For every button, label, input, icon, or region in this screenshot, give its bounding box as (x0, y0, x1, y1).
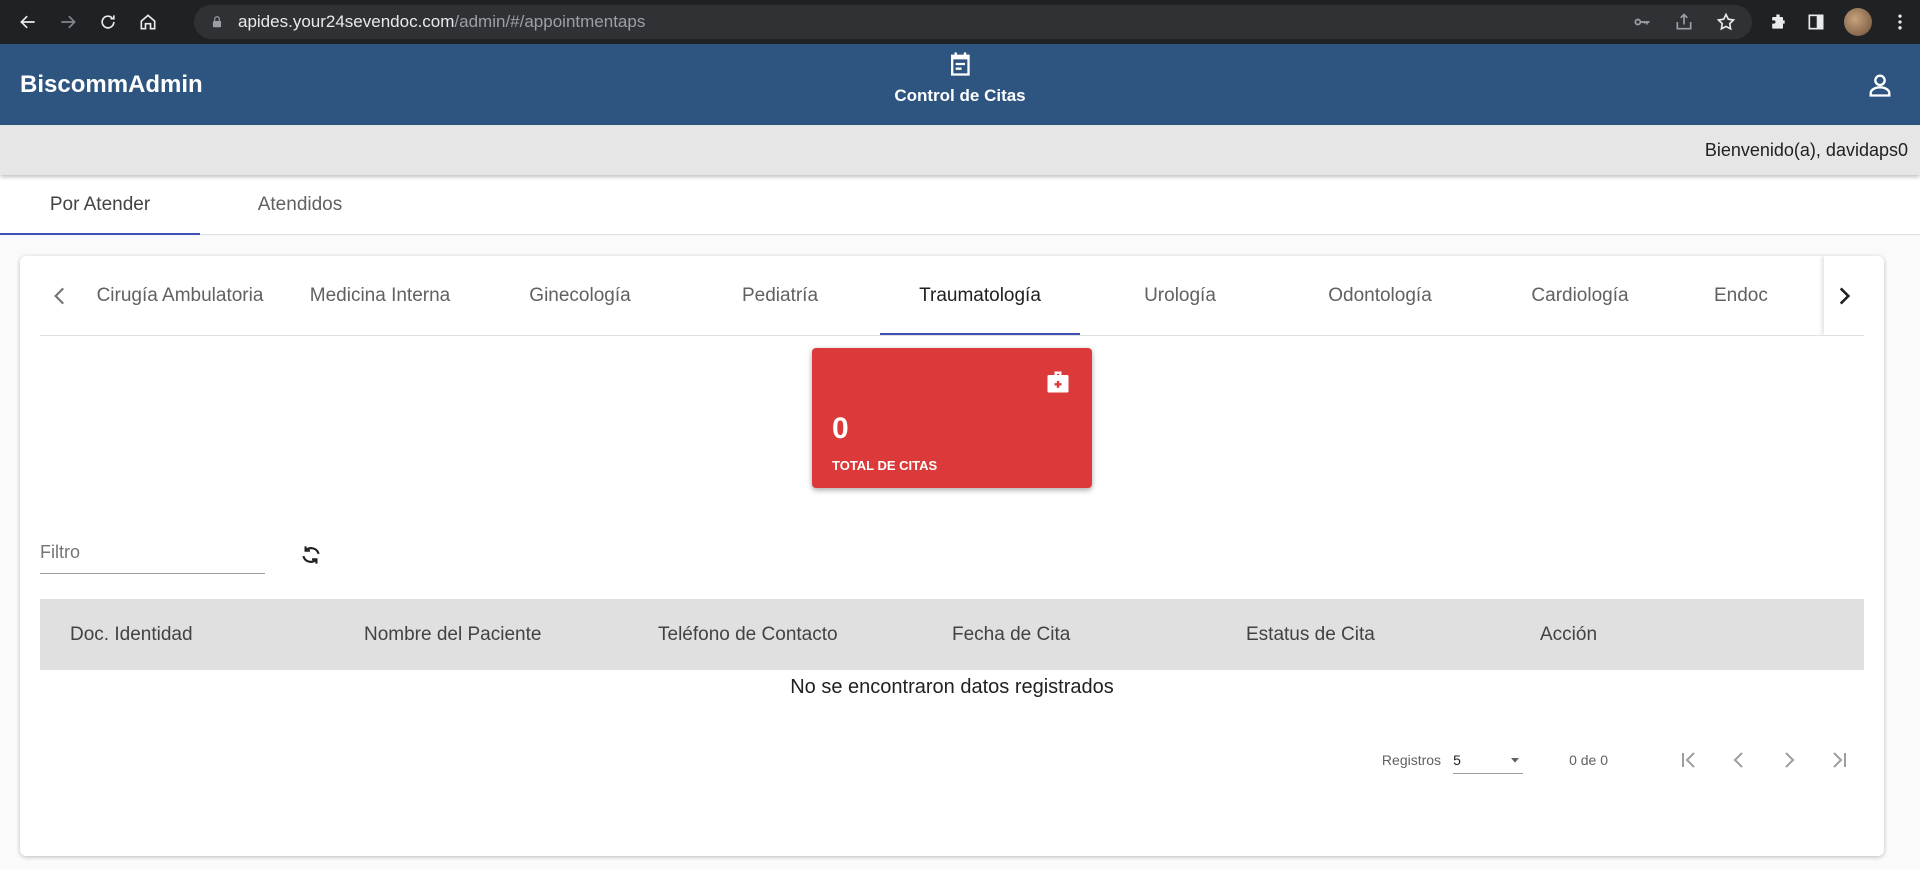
page-size-label: Registros (1381, 752, 1442, 768)
calendar-icon (950, 52, 970, 76)
home-icon[interactable] (130, 4, 166, 40)
star-icon[interactable] (1716, 12, 1736, 32)
table-empty-message: No se encontraron datos registrados (790, 675, 1114, 698)
col-nombre-paciente[interactable]: Nombre del Paciente (334, 624, 628, 646)
medical-kit-icon (1047, 371, 1069, 393)
side-panel-icon[interactable] (1806, 12, 1826, 32)
main-tab-group: Por Atender Atendidos (0, 175, 1920, 235)
table-header: Doc. Identidad Nombre del Paciente Teléf… (40, 599, 1864, 670)
app-toolbar: BiscommAdmin Control de Citas (0, 44, 1920, 125)
tab-por-atender[interactable]: Por Atender (0, 175, 200, 235)
refresh-icon (302, 546, 320, 564)
section-header: Control de Citas (894, 50, 1026, 106)
col-fecha-cita[interactable]: Fecha de Cita (922, 624, 1216, 646)
profile-avatar[interactable] (1844, 8, 1872, 36)
person-icon (1869, 74, 1891, 97)
welcome-bar: Bienvenido(a), davidaps0 (0, 125, 1920, 175)
brand-title[interactable]: BiscommAdmin (20, 71, 203, 99)
col-accion: Acción (1540, 623, 1598, 645)
refresh-button[interactable] (294, 538, 328, 572)
url-path: /admin/#/appointmentaps (454, 12, 646, 31)
forward-icon[interactable] (50, 4, 86, 40)
back-icon[interactable] (10, 4, 46, 40)
key-icon[interactable] (1632, 12, 1652, 32)
chevron-left-icon (1733, 752, 1743, 768)
specialty-tab-list: Cirugía Ambulatoria Medicina Interna Gin… (80, 256, 1864, 335)
section-title: Control de Citas (894, 86, 1026, 105)
lock-icon (212, 16, 222, 28)
menu-icon[interactable] (1890, 12, 1910, 32)
reload-icon[interactable] (90, 4, 126, 40)
first-page-icon (1682, 752, 1695, 768)
chevron-right-icon (1785, 752, 1795, 768)
page-size-value: 5 (1453, 751, 1461, 768)
tab-pediatria[interactable]: Pediatría (680, 256, 880, 335)
filter-input[interactable] (40, 534, 265, 570)
tab-medicina-interna[interactable]: Medicina Interna (280, 256, 480, 335)
share-icon[interactable] (1674, 12, 1694, 32)
col-estatus-cita[interactable]: Estatus de Cita (1216, 624, 1510, 646)
tab-odontologia[interactable]: Odontología (1280, 256, 1480, 335)
next-page-button[interactable] (1764, 736, 1814, 784)
appointments-card: Cirugía Ambulatoria Medicina Interna Gin… (20, 256, 1884, 856)
tab-traumatologia[interactable]: Traumatología (880, 256, 1080, 335)
tabs-scroll-right-button[interactable] (1824, 256, 1864, 335)
paginator: Registros 5 0 de 0 (1382, 736, 1864, 784)
address-bar[interactable]: apides.your24sevendoc.com/admin/#/appoin… (194, 5, 1752, 39)
last-page-icon (1833, 752, 1846, 768)
page-size-select[interactable]: 5 (1453, 746, 1524, 774)
total-appointments-card: 0 TOTAL DE CITAS (812, 348, 1092, 488)
total-appointments-label: TOTAL DE CITAS (832, 458, 938, 473)
col-doc-identidad[interactable]: Doc. Identidad (40, 624, 334, 646)
specialty-tab-bar: Cirugía Ambulatoria Medicina Interna Gin… (40, 256, 1864, 336)
url-host: apides.your24sevendoc.com (238, 12, 455, 31)
tab-cirugia-ambulatoria[interactable]: Cirugía Ambulatoria (80, 256, 280, 335)
dropdown-arrow-icon (1511, 757, 1520, 763)
browser-toolbar: apides.your24sevendoc.com/admin/#/appoin… (0, 0, 1920, 44)
previous-page-button[interactable] (1714, 736, 1764, 784)
chevron-right-icon (1839, 286, 1851, 305)
tab-ginecologia[interactable]: Ginecología (480, 256, 680, 335)
total-appointments-value: 0 (832, 412, 849, 445)
tab-atendidos[interactable]: Atendidos (200, 175, 400, 234)
page-range-label: 0 de 0 (1569, 752, 1608, 768)
tab-urologia[interactable]: Urología (1080, 256, 1280, 335)
filter-field[interactable] (40, 534, 265, 574)
chevron-left-icon (54, 287, 65, 304)
user-account-button[interactable] (1860, 65, 1900, 105)
col-telefono[interactable]: Teléfono de Contacto (628, 624, 922, 646)
last-page-button[interactable] (1814, 736, 1864, 784)
tabs-scroll-left-button[interactable] (40, 256, 80, 335)
extensions-icon[interactable] (1768, 12, 1788, 32)
tab-cardiologia[interactable]: Cardiología (1480, 256, 1680, 335)
welcome-text: Bienvenido(a), davidaps0 (1704, 139, 1908, 160)
first-page-button[interactable] (1664, 736, 1714, 784)
